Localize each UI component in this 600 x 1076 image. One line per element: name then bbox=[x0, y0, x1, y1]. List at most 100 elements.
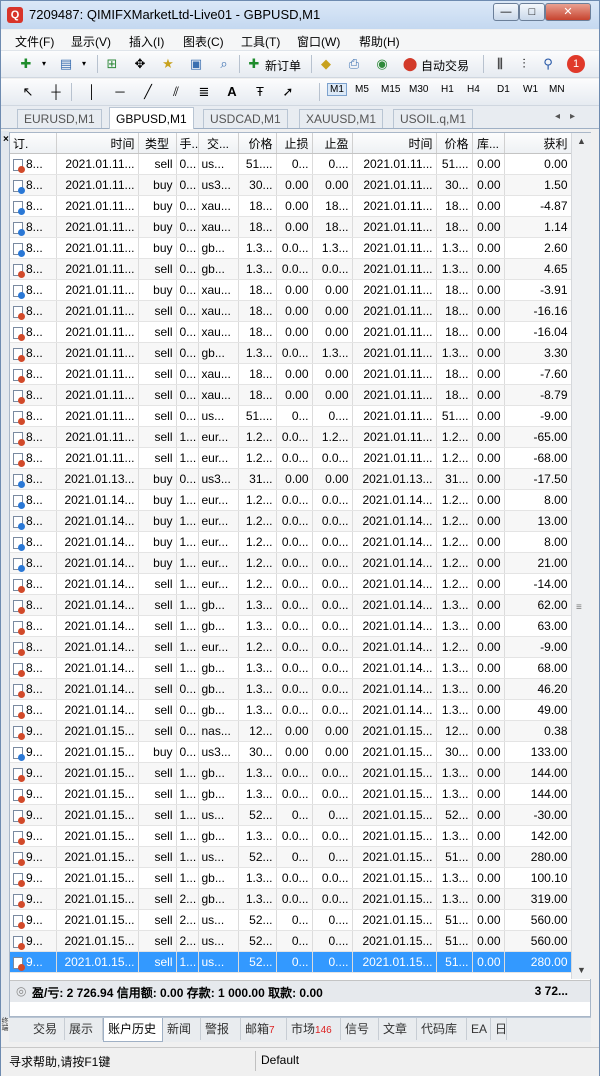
menu-view[interactable]: 显示(V) bbox=[71, 33, 111, 50]
tab-scroll-arrows[interactable]: ◂▸ bbox=[555, 111, 585, 122]
table-row[interactable]: 8... 2021.01.14... sell 1... eur... 1.2... 0.0… bbox=[10, 636, 572, 658]
scroll-up-icon[interactable]: ▲ bbox=[572, 133, 591, 150]
notification-badge[interactable]: 1 bbox=[567, 55, 585, 73]
terminal-tab[interactable]: 邮箱7 bbox=[241, 1018, 287, 1040]
column-header[interactable]: 订. bbox=[10, 133, 57, 154]
table-row[interactable]: 9... 2021.01.15... sell 1... us... 52... 0... 0… bbox=[10, 951, 572, 973]
new-order-icon[interactable]: ✚ bbox=[245, 55, 263, 73]
table-row[interactable]: 8... 2021.01.14... sell 0... gb... 1.3... 0.0.… bbox=[10, 699, 572, 721]
column-header[interactable]: 库... bbox=[472, 133, 505, 154]
tab-usoil[interactable]: USOIL.q,M1 bbox=[393, 109, 474, 128]
auto-trading-icon[interactable]: ⬤ bbox=[401, 55, 419, 73]
table-row[interactable]: 8... 2021.01.14... buy 1... eur... 1.2... 0.0.… bbox=[10, 489, 572, 511]
menu-file[interactable]: 文件(F) bbox=[15, 33, 54, 50]
auto-trading-button[interactable]: 自动交易 bbox=[421, 57, 469, 74]
metaeditor-icon[interactable]: ◆ bbox=[317, 55, 335, 73]
column-header[interactable]: 交... bbox=[198, 133, 239, 154]
vertical-scrollbar[interactable]: ▲ ≡ ▼ bbox=[571, 133, 591, 979]
title-bar[interactable]: Q 7209487: QIMIFXMarketLtd-Live01 - GBPU… bbox=[1, 1, 599, 29]
timeframe-h4[interactable]: H4 bbox=[467, 84, 480, 95]
signal-icon[interactable]: ◉ bbox=[373, 55, 391, 73]
tab-eurusd[interactable]: EURUSD,M1 bbox=[17, 109, 102, 128]
terminal-tab[interactable]: 新闻 bbox=[163, 1018, 201, 1040]
terminal-tab[interactable]: EA bbox=[467, 1018, 491, 1040]
dropdown-arrow-icon[interactable]: ▾ bbox=[75, 55, 93, 73]
terminal-close-icon[interactable]: × bbox=[3, 134, 9, 145]
new-chart-icon[interactable]: ✚ bbox=[17, 55, 35, 73]
horizontal-line-icon[interactable]: ─ bbox=[111, 83, 129, 101]
crosshair-icon[interactable]: ┼ bbox=[47, 83, 65, 101]
maximize-button[interactable]: □ bbox=[519, 3, 545, 21]
table-row[interactable]: 9... 2021.01.15... sell 1... us... 52... 0... 0… bbox=[10, 846, 572, 868]
timeframe-m30[interactable]: M30 bbox=[409, 84, 428, 95]
table-row[interactable]: 9... 2021.01.15... sell 2... gb... 1.3... 0.0.… bbox=[10, 888, 572, 910]
column-header[interactable]: 价格 bbox=[238, 133, 277, 154]
terminal-tab[interactable]: 交易 bbox=[29, 1018, 65, 1040]
table-row[interactable]: 8... 2021.01.14... sell 1... gb... 1.3... 0.0.… bbox=[10, 615, 572, 637]
table-row[interactable]: 8... 2021.01.14... sell 1... eur... 1.2... 0.0… bbox=[10, 573, 572, 595]
close-button[interactable]: ✕ bbox=[545, 3, 591, 21]
table-row[interactable]: 8... 2021.01.11... sell 0... gb... 1.3... 0.0.… bbox=[10, 258, 572, 280]
table-row[interactable]: 9... 2021.01.15... sell 1... us... 52... 0... 0… bbox=[10, 804, 572, 826]
terminal-tab[interactable]: 账户历史 bbox=[103, 1018, 163, 1042]
tab-xauusd[interactable]: XAUUSD,M1 bbox=[299, 109, 384, 128]
column-header[interactable]: 类型 bbox=[138, 133, 177, 154]
minimize-button[interactable]: — bbox=[493, 3, 519, 21]
table-row[interactable]: 8... 2021.01.11... sell 0... xau... 18... 0.00… bbox=[10, 300, 572, 322]
menu-help[interactable]: 帮助(H) bbox=[359, 33, 400, 50]
table-row[interactable]: 9... 2021.01.15... sell 0... nas... 12... 0.00… bbox=[10, 720, 572, 742]
column-header[interactable]: 手... bbox=[176, 133, 199, 154]
text-label-icon[interactable]: Ŧ bbox=[251, 83, 269, 101]
table-row[interactable]: 9... 2021.01.15... buy 0... us3... 30... 0.00 0… bbox=[10, 741, 572, 763]
table-row[interactable]: 9... 2021.01.15... sell 1... gb... 1.3... 0.0.… bbox=[10, 867, 572, 889]
arrows-icon[interactable]: ➚ bbox=[279, 83, 297, 101]
terminal-tab[interactable]: 文章 bbox=[379, 1018, 417, 1040]
fibonacci-icon[interactable]: ≣ bbox=[195, 83, 213, 101]
menu-insert[interactable]: 插入(I) bbox=[129, 33, 164, 50]
cursor-icon[interactable]: ↖ bbox=[19, 83, 37, 101]
table-row[interactable]: 8... 2021.01.14... buy 1... eur... 1.2... 0.0.… bbox=[10, 510, 572, 532]
table-row[interactable]: 8... 2021.01.14... sell 1... gb... 1.3... 0.0.… bbox=[10, 594, 572, 616]
table-row[interactable]: 8... 2021.01.14... sell 0... gb... 1.3... 0.0.… bbox=[10, 678, 572, 700]
table-row[interactable]: 9... 2021.01.15... sell 1... gb... 1.3... 0.0.… bbox=[10, 783, 572, 805]
table-row[interactable]: 8... 2021.01.13... buy 0... us3... 31... 0.00 0… bbox=[10, 468, 572, 490]
table-row[interactable]: 8... 2021.01.11... sell 0... xau... 18... 0.00… bbox=[10, 384, 572, 406]
column-header[interactable]: 止盈 bbox=[312, 133, 353, 154]
timeframe-w1[interactable]: W1 bbox=[523, 84, 538, 95]
terminal-tab[interactable]: 市场146 bbox=[287, 1018, 341, 1040]
table-row[interactable]: 8... 2021.01.14... buy 1... eur... 1.2... 0.0.… bbox=[10, 552, 572, 574]
table-row[interactable]: 8... 2021.01.11... sell 0... xau... 18... 0.00… bbox=[10, 321, 572, 343]
navigator-icon[interactable]: ✥ bbox=[131, 55, 149, 73]
crosshair-vertical-icon[interactable]: ⫶ bbox=[515, 55, 533, 73]
tab-usdcad[interactable]: USDCAD,M1 bbox=[203, 109, 288, 128]
table-row[interactable]: 8... 2021.01.11... sell 0... us... 51.... 0...… bbox=[10, 153, 572, 175]
profiles-icon[interactable]: ▤ bbox=[57, 55, 75, 73]
timeframe-m1[interactable]: M1 bbox=[327, 83, 347, 96]
table-row[interactable]: 8... 2021.01.11... sell 0... gb... 1.3... 0.0.… bbox=[10, 342, 572, 364]
table-row[interactable]: 8... 2021.01.11... sell 0... xau... 18... 0.00… bbox=[10, 363, 572, 385]
terminal-tab[interactable]: 警报 bbox=[201, 1018, 241, 1040]
table-row[interactable]: 8... 2021.01.11... buy 0... gb... 1.3... 0.0..… bbox=[10, 237, 572, 259]
table-row[interactable]: 8... 2021.01.11... buy 0... xau... 18... 0.00 0… bbox=[10, 279, 572, 301]
timeframe-mn[interactable]: MN bbox=[549, 84, 565, 95]
table-row[interactable]: 9... 2021.01.15... sell 1... gb... 1.3... 0.0.… bbox=[10, 825, 572, 847]
search-icon[interactable]: ⚲ bbox=[539, 55, 557, 73]
table-row[interactable]: 8... 2021.01.11... buy 0... xau... 18... 0.00 1… bbox=[10, 216, 572, 238]
print-icon[interactable]: ⎙ bbox=[345, 55, 363, 73]
table-row[interactable]: 9... 2021.01.15... sell 2... us... 52... 0... 0… bbox=[10, 930, 572, 952]
favorites-icon[interactable]: ★ bbox=[159, 55, 177, 73]
table-row[interactable]: 8... 2021.01.11... buy 0... xau... 18... 0.00 1… bbox=[10, 195, 572, 217]
equidistant-channel-icon[interactable]: ⫽ bbox=[167, 83, 185, 101]
terminal-tab[interactable]: 展示 bbox=[65, 1018, 103, 1040]
table-row[interactable]: 8... 2021.01.14... sell 1... gb... 1.3... 0.0.… bbox=[10, 657, 572, 679]
tab-gbpusd[interactable]: GBPUSD,M1 bbox=[109, 107, 194, 129]
text-tool-icon[interactable]: A bbox=[223, 83, 241, 101]
terminal-tab[interactable]: 信号 bbox=[341, 1018, 379, 1040]
data-window-icon[interactable]: ▣ bbox=[187, 55, 205, 73]
column-header[interactable]: 时间 bbox=[56, 133, 139, 154]
table-row[interactable]: 8... 2021.01.11... buy 0... us3... 30... 0.00 0… bbox=[10, 174, 572, 196]
table-row[interactable]: 9... 2021.01.15... sell 1... gb... 1.3... 0.0.… bbox=[10, 762, 572, 784]
menu-charts[interactable]: 图表(C) bbox=[183, 33, 224, 50]
terminal-tab[interactable]: 日 bbox=[491, 1018, 507, 1040]
scroll-down-icon[interactable]: ▼ bbox=[572, 962, 591, 979]
